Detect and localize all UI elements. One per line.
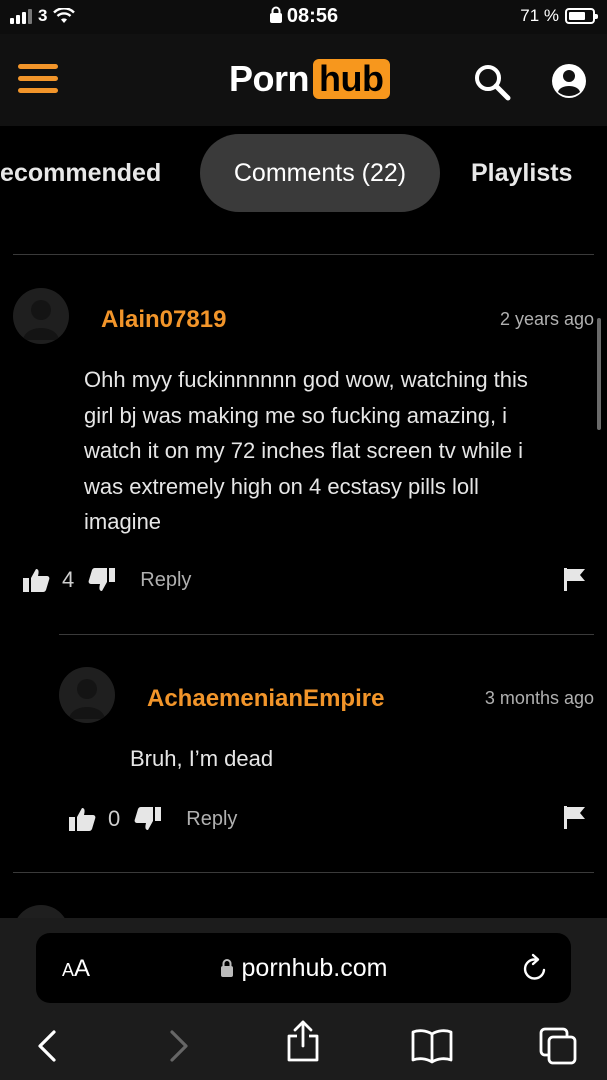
- comment-time: 2 years ago: [499, 309, 594, 329]
- default-avatar-icon: [69, 679, 105, 719]
- time-label: 08:56: [286, 5, 339, 27]
- comment-actions: 0 Reply: [68, 806, 237, 832]
- comment-line: girl bj was making me so fucking amazing…: [84, 402, 508, 428]
- logo-text-left: Porn: [229, 58, 310, 99]
- menu-icon[interactable]: [18, 64, 58, 94]
- account-icon[interactable]: [550, 62, 588, 100]
- forward-icon[interactable]: [158, 1026, 198, 1066]
- address-bar[interactable]: AA pornhub.com: [36, 933, 571, 1003]
- search-icon[interactable]: [472, 62, 512, 102]
- avatar[interactable]: [13, 288, 69, 344]
- reply-button[interactable]: Reply: [140, 569, 191, 592]
- comment-divider: [13, 872, 594, 873]
- browser-nav: [0, 1020, 607, 1066]
- comment-username[interactable]: Alain07819: [101, 306, 226, 334]
- like-count: 0: [108, 806, 121, 831]
- comment-line: watch it on my 72 inches flat screen tv …: [84, 438, 523, 463]
- logo-text-right: hub: [313, 59, 390, 99]
- comment-actions: 4 Reply: [22, 567, 191, 593]
- thumbs-down-icon[interactable]: [88, 567, 116, 593]
- tab-comments[interactable]: Comments (22): [200, 134, 440, 212]
- url-text: pornhub.com: [241, 954, 388, 982]
- like-count: 4: [62, 567, 75, 592]
- scrollbar[interactable]: [597, 318, 601, 430]
- tab-recommended[interactable]: Recommended: [0, 134, 161, 212]
- video-tabs: Recommended Comments (22) Playlists: [0, 126, 607, 226]
- comment-username[interactable]: AchaemenianEmpire: [147, 685, 384, 713]
- default-avatar-icon: [23, 300, 59, 340]
- thumbs-up-icon[interactable]: [22, 567, 50, 593]
- site-logo[interactable]: Porn hub: [229, 58, 390, 100]
- thumbs-down-icon[interactable]: [134, 806, 162, 832]
- battery-percent: 71 %: [520, 6, 559, 25]
- flag-icon[interactable]: [562, 804, 588, 830]
- site-header: Porn hub: [0, 34, 607, 126]
- comment-line: Ohh myy fuckinnnnnn god wow, watching th…: [84, 367, 528, 392]
- share-icon[interactable]: [283, 1018, 323, 1064]
- flag-icon[interactable]: [562, 566, 588, 592]
- thumbs-up-icon[interactable]: [68, 806, 96, 832]
- orientation-lock-icon: [269, 6, 282, 23]
- reload-icon[interactable]: [521, 953, 549, 983]
- bookmarks-icon[interactable]: [410, 1026, 454, 1066]
- tab-playlists[interactable]: Playlists: [471, 134, 572, 212]
- comment-line: imagine: [84, 509, 162, 534]
- comment-body: Bruh, I’m dead: [130, 741, 273, 777]
- status-bar: 3 08:56 71 %: [0, 0, 607, 34]
- comment-time: 3 months ago: [484, 688, 594, 708]
- back-icon[interactable]: [28, 1026, 68, 1066]
- avatar[interactable]: [59, 667, 115, 723]
- browser-toolbar: AA pornhub.com: [0, 918, 607, 1080]
- reply-button[interactable]: Reply: [186, 808, 237, 831]
- url-display[interactable]: pornhub.com: [36, 954, 571, 983]
- battery-status: 71 %: [520, 6, 598, 26]
- tabs-divider: [13, 254, 594, 255]
- comment-line: was extremely high on 4 ecstasy pills lo…: [84, 473, 479, 499]
- clock: 08:56: [0, 5, 607, 28]
- tabs-icon[interactable]: [538, 1026, 578, 1066]
- battery-icon: [565, 8, 598, 24]
- comment-line: Bruh, I’m dead: [130, 746, 274, 771]
- padlock-icon: [220, 959, 233, 977]
- comment-divider: [59, 634, 594, 635]
- comment-body: Ohh myy fuckinnnnnn god wow, watching th…: [84, 362, 528, 540]
